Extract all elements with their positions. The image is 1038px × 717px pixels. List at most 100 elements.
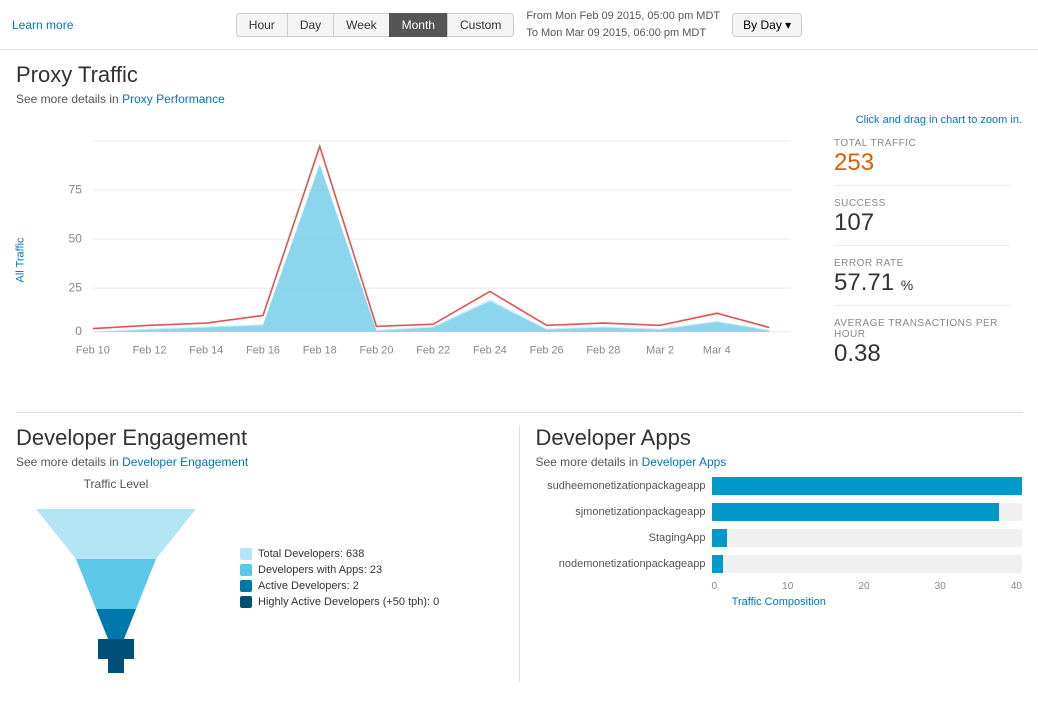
legend-item-active: Active Developers: 2 xyxy=(240,580,439,592)
total-traffic-stat: TOTAL TRAFFIC 253 xyxy=(834,138,1010,186)
svg-text:Mar 4: Mar 4 xyxy=(703,345,731,357)
dev-engagement-subtitle: See more details in Developer Engagement xyxy=(16,455,503,469)
legend-label-active: Active Developers: 2 xyxy=(258,580,359,592)
svg-text:Feb 10: Feb 10 xyxy=(76,345,110,357)
error-rate-stat: ERROR RATE 57.71 % xyxy=(834,258,1010,306)
svg-text:Feb 28: Feb 28 xyxy=(586,345,620,357)
dev-engagement-link[interactable]: Developer Engagement xyxy=(122,455,248,469)
avg-trans-value: 0.38 xyxy=(834,340,1010,368)
hour-button[interactable]: Hour xyxy=(236,13,287,37)
svg-text:Feb 12: Feb 12 xyxy=(133,345,167,357)
proxy-traffic-title: Proxy Traffic xyxy=(16,62,1022,88)
legend-item-with-apps: Developers with Apps: 23 xyxy=(240,564,439,576)
funnel-container: Traffic Level xyxy=(16,477,216,682)
svg-text:25: 25 xyxy=(69,280,83,294)
bottom-sections: Developer Engagement See more details in… xyxy=(16,412,1022,682)
funnel-svg xyxy=(26,499,206,679)
bar-row-4: nodemonetizationpackageapp xyxy=(536,555,1023,573)
bar-chart: sudheemonetizationpackageapp sjmonetizat… xyxy=(536,477,1023,608)
bar-track-4 xyxy=(712,555,1023,573)
error-rate-unit: % xyxy=(901,277,913,293)
bar-row-3: StagingApp xyxy=(536,529,1023,547)
legend-label-with-apps: Developers with Apps: 23 xyxy=(258,564,382,576)
main-content: Proxy Traffic See more details in Proxy … xyxy=(0,50,1038,694)
avg-trans-stat: AVERAGE TRANSACTIONS PER HOUR 0.38 xyxy=(834,318,1010,376)
legend-color-with-apps xyxy=(240,564,252,576)
bar-track-1 xyxy=(712,477,1023,495)
proxy-performance-link[interactable]: Proxy Performance xyxy=(122,92,225,106)
bar-fill-3 xyxy=(712,529,728,547)
svg-text:Feb 24: Feb 24 xyxy=(473,345,507,357)
bar-fill-2 xyxy=(712,503,999,521)
week-button[interactable]: Week xyxy=(333,13,388,37)
chart-area: All Traffic 0 25 50 75 xyxy=(16,130,806,390)
funnel-legend: Total Developers: 638 Developers with Ap… xyxy=(240,548,439,612)
total-traffic-label: TOTAL TRAFFIC xyxy=(834,138,1010,149)
month-button[interactable]: Month xyxy=(389,13,447,37)
proxy-traffic-subtitle: See more details in Proxy Performance xyxy=(16,92,1022,106)
error-rate-value: 57.71 % xyxy=(834,269,1010,297)
svg-text:Feb 22: Feb 22 xyxy=(416,345,450,357)
error-rate-label: ERROR RATE xyxy=(834,258,1010,269)
developer-engagement-section: Developer Engagement See more details in… xyxy=(16,425,520,682)
bar-track-3 xyxy=(712,529,1023,547)
chart-svg: 0 25 50 75 Feb 10 Feb 12 Feb 14 xyxy=(36,130,826,370)
chart-and-stats: All Traffic 0 25 50 75 xyxy=(16,130,1022,396)
bar-row-1: sudheemonetizationpackageapp xyxy=(536,477,1023,495)
success-value: 107 xyxy=(834,209,1010,237)
x-label-40: 40 xyxy=(1011,581,1022,592)
bar-label-2: sjmonetizationpackageapp xyxy=(536,506,706,518)
legend-color-highly-active xyxy=(240,596,252,608)
top-bar: Learn more Hour Day Week Month Custom Fr… xyxy=(0,0,1038,50)
bar-fill-1 xyxy=(712,477,1023,495)
date-from: From Mon Feb 09 2015, 05:00 pm MDT xyxy=(526,8,720,25)
x-label-20: 20 xyxy=(858,581,869,592)
custom-button[interactable]: Custom xyxy=(447,13,514,37)
total-traffic-value: 253 xyxy=(834,149,1010,177)
svg-text:Feb 16: Feb 16 xyxy=(246,345,280,357)
y-axis-label: All Traffic xyxy=(15,237,27,282)
svg-text:0: 0 xyxy=(75,324,82,338)
avg-trans-label: AVERAGE TRANSACTIONS PER HOUR xyxy=(834,318,1010,340)
bar-axis-title: Traffic Composition xyxy=(536,596,1023,608)
bar-track-2 xyxy=(712,503,1023,521)
bar-fill-4 xyxy=(712,555,724,573)
bar-label-1: sudheemonetizationpackageapp xyxy=(536,480,706,492)
legend-label-total: Total Developers: 638 xyxy=(258,548,364,560)
legend-item-highly-active: Highly Active Developers (+50 tph): 0 xyxy=(240,596,439,608)
proxy-traffic-section: Proxy Traffic See more details in Proxy … xyxy=(16,62,1022,396)
funnel-section: Traffic Level xyxy=(16,477,503,682)
success-label: SUCCESS xyxy=(834,198,1010,209)
bar-label-4: nodemonetizationpackageapp xyxy=(536,558,706,570)
legend-item-total: Total Developers: 638 xyxy=(240,548,439,560)
developer-apps-section: Developer Apps See more details in Devel… xyxy=(536,425,1023,682)
dev-apps-link[interactable]: Developer Apps xyxy=(642,455,727,469)
svg-text:Feb 18: Feb 18 xyxy=(303,345,337,357)
dev-apps-title: Developer Apps xyxy=(536,425,1023,451)
funnel-title: Traffic Level xyxy=(16,477,216,491)
bar-row-2: sjmonetizationpackageapp xyxy=(536,503,1023,521)
legend-color-total xyxy=(240,548,252,560)
x-label-30: 30 xyxy=(935,581,946,592)
bar-x-axis: 0 10 20 30 40 xyxy=(712,581,1023,592)
svg-text:Feb 20: Feb 20 xyxy=(360,345,394,357)
bar-label-3: StagingApp xyxy=(536,532,706,544)
time-range-buttons: Hour Day Week Month Custom xyxy=(236,13,515,37)
learn-more-link[interactable]: Learn more xyxy=(12,18,73,32)
day-button[interactable]: Day xyxy=(287,13,333,37)
success-stat: SUCCESS 107 xyxy=(834,198,1010,246)
svg-text:50: 50 xyxy=(69,231,83,245)
by-day-button[interactable]: By Day ▾ xyxy=(732,13,802,37)
zoom-hint: Click and drag in chart to zoom in. xyxy=(16,114,1022,126)
x-label-10: 10 xyxy=(782,581,793,592)
dev-apps-subtitle: See more details in Developer Apps xyxy=(536,455,1023,469)
svg-text:75: 75 xyxy=(69,182,83,196)
x-label-0: 0 xyxy=(712,581,718,592)
dev-engagement-title: Developer Engagement xyxy=(16,425,503,451)
legend-label-highly-active: Highly Active Developers (+50 tph): 0 xyxy=(258,596,439,608)
svg-text:Feb 26: Feb 26 xyxy=(530,345,564,357)
date-range: From Mon Feb 09 2015, 05:00 pm MDT To Mo… xyxy=(526,8,720,41)
svg-text:Feb 14: Feb 14 xyxy=(189,345,223,357)
svg-text:Mar 2: Mar 2 xyxy=(646,345,674,357)
legend-color-active xyxy=(240,580,252,592)
